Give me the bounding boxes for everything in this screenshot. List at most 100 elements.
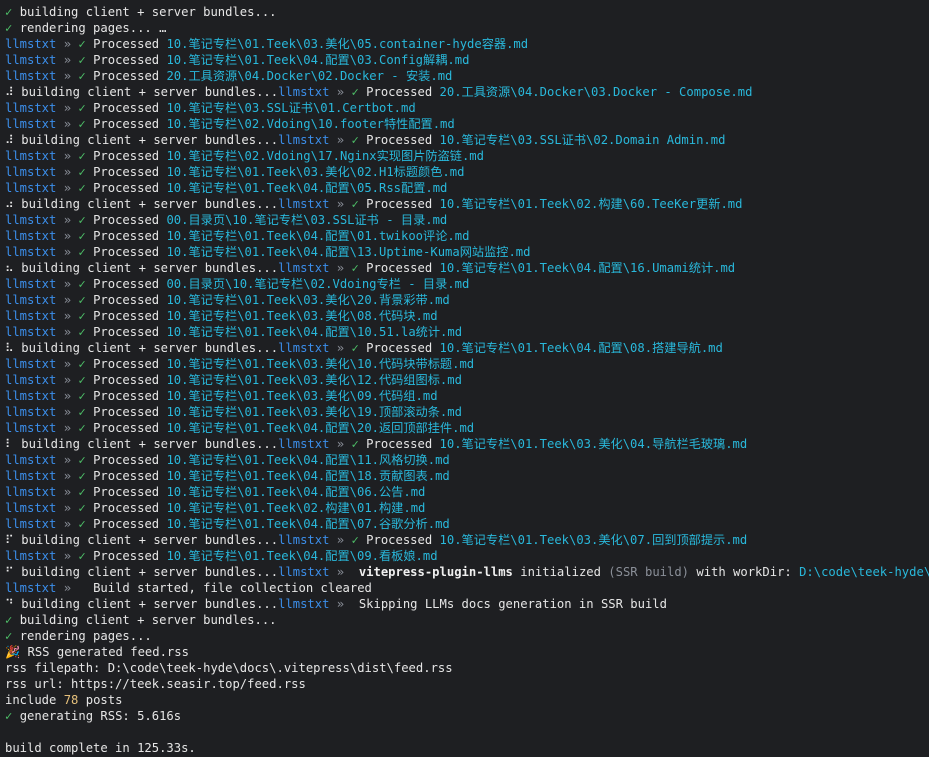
terminal-text: 10.笔记专栏\01.Teek\03.美化\19.顶部滚动条.md xyxy=(166,405,462,419)
terminal-text: 10.笔记专栏\01.Teek\03.美化\02.H1标题颜色.md xyxy=(166,165,465,179)
terminal-text: » xyxy=(329,133,352,147)
terminal-line: llmstxt » ✓ Processed 10.笔记专栏\01.Teek\04… xyxy=(5,324,929,340)
terminal-text: 10.笔记专栏\01.Teek\04.配置\08.搭建导航.md xyxy=(439,341,723,355)
terminal-line: ✓ generating RSS: 5.616s xyxy=(5,708,929,724)
terminal-text: ✓ xyxy=(78,469,94,483)
terminal-text: Processed xyxy=(93,245,167,259)
terminal-text: 10.笔记专栏\01.Teek\03.美化\08.代码块.md xyxy=(166,309,438,323)
terminal-text: Skipping LLMs docs generation in SSR bui… xyxy=(358,597,667,611)
terminal-text: 20.工具资源\04.Docker\02.Docker - 安装.md xyxy=(166,69,453,83)
terminal-text: Processed xyxy=(93,309,167,323)
terminal-text: llmstxt xyxy=(5,309,57,323)
terminal-line: llmstxt » ✓ Processed 10.笔记专栏\01.Teek\04… xyxy=(5,548,929,564)
terminal-text: » xyxy=(56,149,79,163)
terminal-text: llmstxt xyxy=(5,405,57,419)
terminal-text: » xyxy=(56,581,94,595)
terminal-text: Processed xyxy=(93,373,167,387)
terminal-text: ⠼ building client + server bundles... xyxy=(5,133,279,147)
terminal-text: » xyxy=(329,597,359,611)
terminal-text: » xyxy=(56,325,79,339)
terminal-text: llmstxt xyxy=(5,517,57,531)
terminal-text: ✓ xyxy=(78,69,94,83)
terminal-text: Processed xyxy=(93,117,167,131)
terminal-line: llmstxt » ✓ Processed 10.笔记专栏\01.Teek\04… xyxy=(5,52,929,68)
terminal-text: llmstxt xyxy=(278,85,330,99)
terminal-text: llmstxt xyxy=(5,149,57,163)
terminal-text: 10.笔记专栏\01.Teek\04.配置\13.Uptime-Kuma网站监控… xyxy=(166,245,531,259)
terminal-text: llmstxt xyxy=(5,549,57,563)
terminal-text: » xyxy=(56,373,79,387)
terminal-text: Processed xyxy=(93,37,167,51)
terminal-output: ✓ building client + server bundles... ✓ r… xyxy=(0,0,929,756)
terminal-text: » xyxy=(56,309,79,323)
terminal-text: llmstxt xyxy=(5,581,57,595)
terminal-text: llmstxt xyxy=(5,453,57,467)
terminal-text: ✓ xyxy=(78,501,94,515)
terminal-line: 🎉 RSS generated feed.rss xyxy=(5,644,929,660)
terminal-text: llmstxt xyxy=(5,469,57,483)
terminal-line: include 78 posts xyxy=(5,692,929,708)
terminal-text: 10.笔记专栏\01.Teek\04.配置\09.看板娘.md xyxy=(166,549,438,563)
terminal-line: llmstxt » ✓ Processed 10.笔记专栏\01.Teek\03… xyxy=(5,388,929,404)
terminal-line: ⠇ building client + server bundles...llm… xyxy=(5,436,929,452)
terminal-text: » xyxy=(56,421,79,435)
terminal-text: llmstxt xyxy=(5,277,57,291)
terminal-text: » xyxy=(56,501,79,515)
terminal-text: Processed xyxy=(93,549,167,563)
terminal-text: Processed xyxy=(93,69,167,83)
terminal-text: ✓ xyxy=(5,613,20,627)
terminal-text: » xyxy=(56,277,79,291)
terminal-text: ✓ xyxy=(78,213,94,227)
terminal-text: llmstxt xyxy=(5,325,57,339)
terminal-text: » xyxy=(329,261,352,275)
terminal-text: llmstxt xyxy=(5,181,57,195)
terminal-text: 10.笔记专栏\02.Vdoing\17.Nginx实现图片防盗链.md xyxy=(166,149,484,163)
terminal-text: Processed xyxy=(366,533,440,547)
terminal-text: » xyxy=(56,213,79,227)
terminal-text: 10.笔记专栏\01.Teek\04.配置\05.Rss配置.md xyxy=(166,181,448,195)
terminal-text: rss url: https://teek.seasir.top/feed.rs… xyxy=(5,677,306,691)
terminal-text: Processed xyxy=(93,165,167,179)
terminal-text: llmstxt xyxy=(5,101,57,115)
terminal-text: Processed xyxy=(93,101,167,115)
terminal-text: 10.笔记专栏\01.Teek\04.配置\07.谷歌分析.md xyxy=(166,517,450,531)
terminal-text: rss filepath: D:\code\teek-hyde\docs\.vi… xyxy=(5,661,453,675)
terminal-text: ⠦ building client + server bundles... xyxy=(5,261,279,275)
terminal-text: build complete in 125.33s. xyxy=(5,741,196,755)
terminal-text: » xyxy=(329,197,352,211)
terminal-text: ✓ xyxy=(78,389,94,403)
terminal-text: llmstxt xyxy=(5,389,57,403)
terminal-text: 10.笔记专栏\01.Teek\03.美化\12.代码组图标.md xyxy=(166,373,462,387)
terminal-line: llmstxt » ✓ Processed 10.笔记专栏\01.Teek\04… xyxy=(5,420,929,436)
terminal-text: llmstxt xyxy=(5,37,57,51)
terminal-line: ⠏ building client + server bundles...llm… xyxy=(5,532,929,548)
terminal-text: 10.笔记专栏\01.Teek\04.配置\16.Umami统计.md xyxy=(439,261,736,275)
terminal-text: llmstxt xyxy=(5,69,57,83)
terminal-text: building client + server bundles... xyxy=(19,613,277,627)
terminal-text: ✓ xyxy=(78,245,94,259)
terminal-text: ✓ xyxy=(351,341,367,355)
terminal-text: posts xyxy=(78,693,123,707)
terminal-text: » xyxy=(56,69,79,83)
terminal-text: » xyxy=(56,165,79,179)
terminal-line: llmstxt » ✓ Processed 10.笔记专栏\01.Teek\03… xyxy=(5,292,929,308)
terminal-line: ⠙ building client + server bundles...llm… xyxy=(5,596,929,612)
terminal-text: llmstxt xyxy=(5,53,57,67)
terminal-text: » xyxy=(56,229,79,243)
terminal-text: » xyxy=(56,453,79,467)
terminal-text: » xyxy=(56,101,79,115)
terminal-text: llmstxt xyxy=(5,485,57,499)
terminal-text: 10.笔记专栏\01.Teek\02.构建\01.构建.md xyxy=(166,501,426,515)
terminal-line: llmstxt » ✓ Processed 10.笔记专栏\01.Teek\03… xyxy=(5,36,929,52)
terminal-text: ✓ xyxy=(78,229,94,243)
terminal-line: llmstxt » ✓ Processed 10.笔记专栏\01.Teek\04… xyxy=(5,180,929,196)
terminal-text: ⠼ building client + server bundles... xyxy=(5,85,279,99)
terminal-text: vitepress-plugin-llms xyxy=(358,565,513,579)
terminal-text: D:\code\teek-hyde\docs xyxy=(799,565,929,579)
terminal-text: Processed xyxy=(366,197,440,211)
terminal-line: llmstxt » Build started, file collection… xyxy=(5,580,929,596)
terminal-text: 00.目录页\10.笔记专栏\02.Vdoing专栏 - 目录.md xyxy=(166,277,470,291)
terminal-text: generating RSS: 5.616s xyxy=(19,709,182,723)
terminal-text: » xyxy=(329,85,352,99)
terminal-text: (SSR build) xyxy=(608,565,690,579)
